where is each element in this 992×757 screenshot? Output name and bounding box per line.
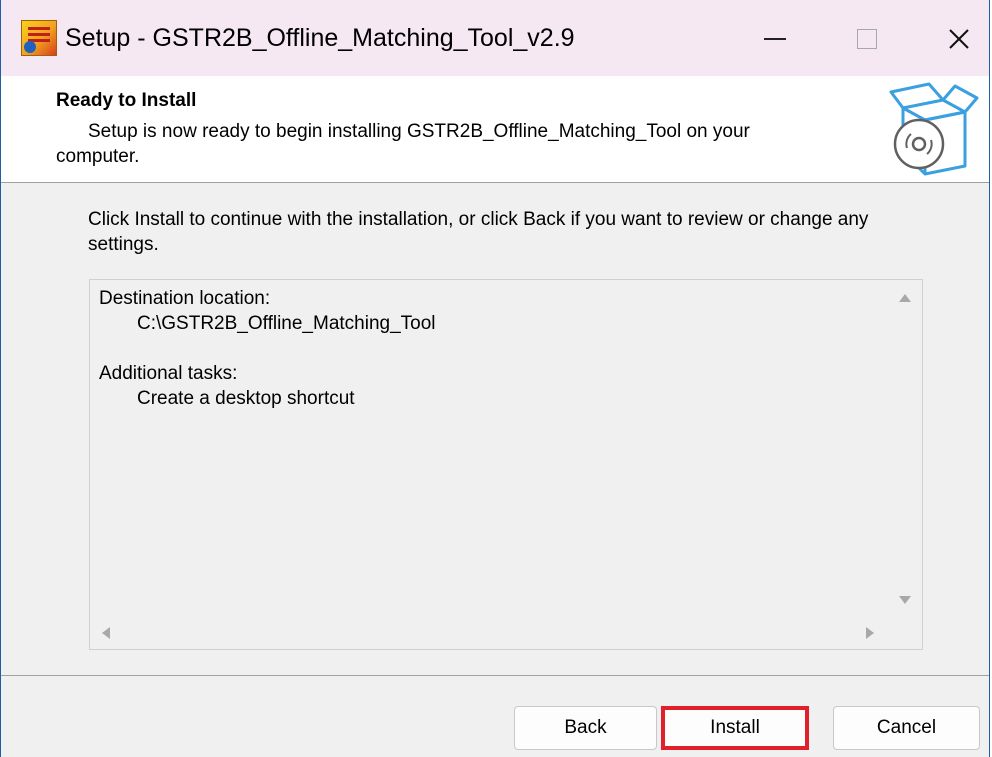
scroll-up-icon[interactable] bbox=[899, 294, 911, 302]
minimize-button[interactable] bbox=[729, 0, 821, 76]
app-logo-icon bbox=[21, 20, 57, 56]
intro-text: Click Install to continue with the insta… bbox=[88, 209, 869, 255]
tasks-value: Create a desktop shortcut bbox=[137, 388, 355, 409]
page-title: Ready to Install bbox=[56, 90, 197, 111]
vertical-scrollbar[interactable] bbox=[886, 280, 922, 616]
scroll-left-icon[interactable] bbox=[102, 627, 110, 639]
minimize-icon bbox=[764, 38, 786, 41]
setup-window: Setup - GSTR2B_Offline_Matching_Tool_v2.… bbox=[0, 0, 990, 757]
scroll-down-icon[interactable] bbox=[899, 596, 911, 604]
wizard-header: Ready to Install Setup is now ready to b… bbox=[1, 76, 989, 183]
page-subtitle-line1: Setup is now ready to begin installing G… bbox=[88, 121, 750, 142]
close-button[interactable] bbox=[913, 0, 989, 76]
tasks-label: Additional tasks: bbox=[99, 363, 238, 384]
install-box-icon bbox=[889, 82, 979, 176]
scroll-right-icon[interactable] bbox=[866, 627, 874, 639]
page-subtitle: Setup is now ready to begin installing G… bbox=[56, 119, 848, 167]
page-subtitle-line2: computer. bbox=[56, 146, 140, 167]
maximize-button bbox=[821, 0, 913, 76]
title-bar[interactable]: Setup - GSTR2B_Offline_Matching_Tool_v2.… bbox=[1, 0, 989, 76]
window-title: Setup - GSTR2B_Offline_Matching_Tool_v2.… bbox=[65, 24, 575, 52]
horizontal-scrollbar[interactable] bbox=[90, 615, 922, 649]
footer-divider bbox=[1, 675, 989, 676]
cancel-button[interactable]: Cancel bbox=[833, 706, 980, 750]
back-button[interactable]: Back bbox=[514, 706, 657, 750]
destination-value: C:\GSTR2B_Offline_Matching_Tool bbox=[137, 313, 436, 334]
maximize-icon bbox=[857, 29, 877, 50]
memo-content: Destination location: C:\GSTR2B_Offline_… bbox=[99, 286, 436, 411]
install-button[interactable]: Install bbox=[661, 706, 809, 750]
close-icon bbox=[949, 29, 969, 49]
destination-label: Destination location: bbox=[99, 288, 271, 309]
ready-memo[interactable]: Destination location: C:\GSTR2B_Offline_… bbox=[89, 279, 923, 650]
